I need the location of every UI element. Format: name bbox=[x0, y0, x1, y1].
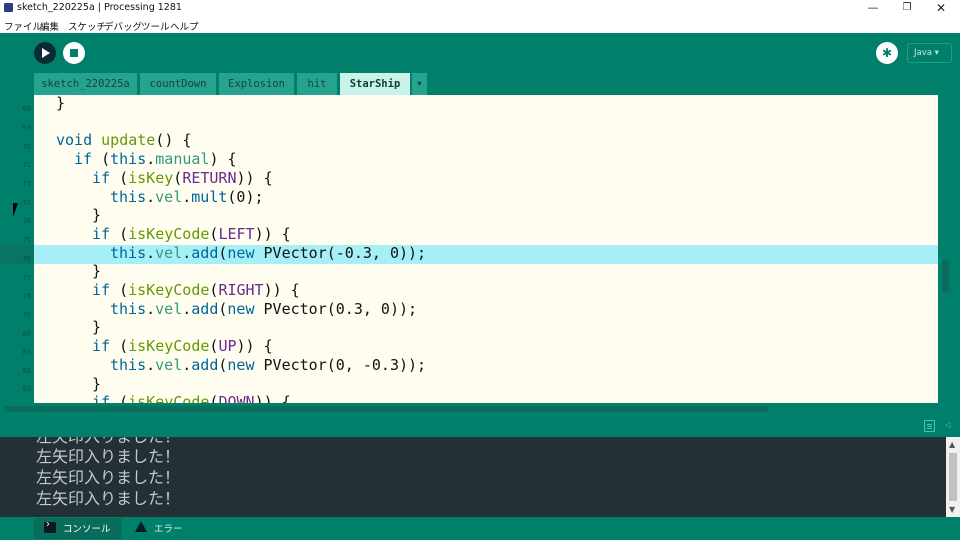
code-line: this.vel.add(new PVector(0.3, 0)); bbox=[110, 299, 418, 318]
stop-button[interactable] bbox=[63, 42, 85, 64]
mode-select[interactable]: Java ▾ bbox=[907, 43, 952, 63]
console-line: 左矢印入りました！ bbox=[36, 447, 181, 466]
console-line: 左矢印入りました！ bbox=[36, 489, 181, 508]
code-line: if (this.manual) { bbox=[74, 150, 237, 169]
code-line: } bbox=[92, 206, 102, 225]
code-line: void update() { bbox=[56, 131, 192, 150]
collapse-icon[interactable]: ◁ bbox=[945, 421, 950, 429]
console-output[interactable]: 左矢印入りました！ 左矢印入りました！ 左矢印入りました！ 左矢印入りました！ bbox=[0, 437, 946, 517]
tab-hit[interactable]: hit bbox=[297, 73, 337, 95]
menu-edit[interactable]: 編集 bbox=[40, 19, 59, 33]
line-number: 72 bbox=[22, 180, 31, 188]
bug-icon[interactable]: ✱ bbox=[876, 42, 898, 64]
code-editor[interactable]: } void update() {if (this.manual) {if (is… bbox=[34, 95, 938, 403]
line-number: 77 bbox=[22, 274, 31, 282]
line-number: 83 bbox=[22, 385, 31, 393]
code-line: } bbox=[92, 262, 102, 281]
console-tab-label: コンソール bbox=[63, 524, 111, 535]
line-number: 82 bbox=[22, 367, 31, 375]
code-line: this.vel.mult(0); bbox=[110, 187, 264, 206]
line-number: 78 bbox=[22, 292, 31, 300]
console-line: 左矢印入りました！ bbox=[36, 437, 180, 447]
console-scroll-thumb[interactable] bbox=[949, 453, 957, 501]
code-line: if (isKeyCode(RIGHT)) { bbox=[92, 281, 300, 299]
editor-vertical-scroll-thumb[interactable] bbox=[942, 260, 949, 292]
line-number: 71 bbox=[22, 161, 31, 169]
menu-file[interactable]: ファイル bbox=[4, 19, 42, 33]
title-bar: sketch_220225a | Processing 1281 — ❐ ✕ bbox=[0, 0, 960, 17]
line-number-gutter: 68 69 70 71 72 73 74 75 76 77 78 79 80 8… bbox=[0, 95, 34, 403]
code-line: if (isKeyCode(DOWN)) { bbox=[92, 393, 291, 403]
menu-debug[interactable]: デバッグ bbox=[104, 19, 142, 33]
line-number: 81 bbox=[22, 348, 31, 356]
editor-horizontal-scroll-thumb[interactable] bbox=[4, 406, 769, 412]
line-number: 76 bbox=[22, 255, 31, 263]
errors-tab-label: エラー bbox=[154, 524, 183, 535]
terminal-icon bbox=[44, 519, 56, 533]
mouse-pointer-icon bbox=[13, 203, 21, 217]
console-line: 左矢印入りました！ bbox=[36, 468, 181, 487]
tab-strip: sketch_220225a countDown Explosion hit S… bbox=[0, 73, 960, 95]
menu-sketch[interactable]: スケッチ bbox=[68, 19, 106, 33]
line-number: 70 bbox=[22, 143, 31, 151]
console-divider[interactable] bbox=[0, 415, 960, 437]
menu-help[interactable]: ヘルプ bbox=[170, 19, 199, 33]
window-title: sketch_220225a | Processing 1281 bbox=[17, 2, 182, 13]
scroll-up-icon[interactable]: ▲ bbox=[949, 440, 955, 449]
line-number: 74 bbox=[22, 217, 31, 225]
code-line: this.vel.add(new PVector(0, -0.3)); bbox=[110, 355, 427, 374]
tab-starship[interactable]: StarShip bbox=[340, 73, 410, 95]
scroll-down-icon[interactable]: ▼ bbox=[949, 505, 955, 514]
menu-tools[interactable]: ツール bbox=[141, 19, 170, 33]
minimize-button[interactable]: — bbox=[856, 0, 890, 17]
line-number: 75 bbox=[22, 236, 31, 244]
tab-explosion[interactable]: Explosion bbox=[219, 73, 294, 95]
menu-bar: ファイル 編集 スケッチ デバッグ ツール ヘルプ bbox=[0, 17, 960, 33]
code-line: if (isKeyCode(UP)) { bbox=[92, 337, 273, 356]
code-line: } bbox=[92, 318, 102, 337]
tab-menu-chevron-icon[interactable]: ▾ bbox=[412, 73, 427, 95]
close-button[interactable]: ✕ bbox=[924, 0, 958, 17]
processing-app-icon bbox=[4, 3, 13, 12]
code-line: } bbox=[56, 95, 66, 112]
editor-vertical-scrollbar[interactable] bbox=[938, 95, 960, 403]
restore-button[interactable]: ❐ bbox=[890, 0, 924, 17]
toolbar: ✱ Java ▾ bbox=[0, 33, 960, 73]
code-line: this.vel.add(new PVector(-0.3, 0)); bbox=[110, 243, 427, 262]
tab-countdown[interactable]: countDown bbox=[140, 73, 216, 95]
run-button[interactable] bbox=[34, 42, 56, 64]
code-line: if (isKey(RETURN)) { bbox=[92, 168, 273, 187]
warning-icon bbox=[135, 521, 147, 532]
tab-sketch_220225a[interactable]: sketch_220225a bbox=[34, 73, 137, 95]
copy-icon[interactable] bbox=[924, 420, 935, 432]
code-line: if (isKeyCode(LEFT)) { bbox=[92, 224, 291, 243]
code-line: } bbox=[92, 374, 102, 393]
line-number: 79 bbox=[22, 311, 31, 319]
line-number: 69 bbox=[22, 124, 31, 132]
line-number: 68 bbox=[22, 105, 31, 113]
line-number: 80 bbox=[22, 330, 31, 338]
